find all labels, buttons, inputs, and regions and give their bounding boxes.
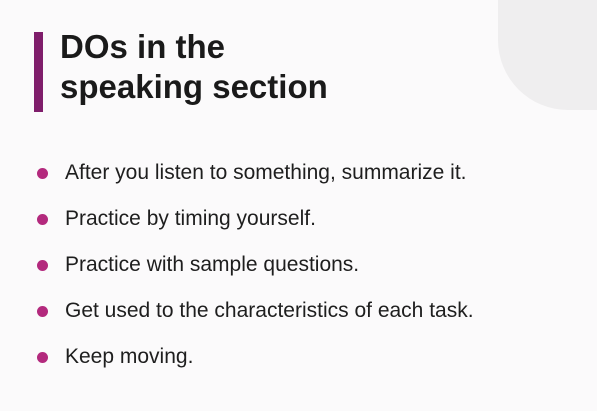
bullet-text: Practice with sample questions. xyxy=(65,253,360,276)
title-line-1: DOs in the xyxy=(60,28,226,65)
bullet-dot-icon xyxy=(37,351,48,363)
bullet-dot-icon xyxy=(37,305,48,317)
bullet-text: Keep moving. xyxy=(65,345,194,368)
bullet-text: After you listen to something, summarize… xyxy=(65,161,467,184)
bullet-dot-icon xyxy=(37,213,48,225)
corner-decoration xyxy=(498,0,597,110)
bullet-text: Practice by timing yourself. xyxy=(65,207,316,230)
title-accent-bar xyxy=(34,32,43,112)
bullet-dot-icon xyxy=(37,167,48,179)
slide: DOs in the speaking section After you li… xyxy=(0,0,597,411)
bullet-text: Get used to the characteristics of each … xyxy=(65,299,474,322)
title-line-2: speaking section xyxy=(60,68,328,105)
slide-title: DOs in the speaking section xyxy=(60,27,480,107)
bullet-dot-icon xyxy=(37,259,48,271)
